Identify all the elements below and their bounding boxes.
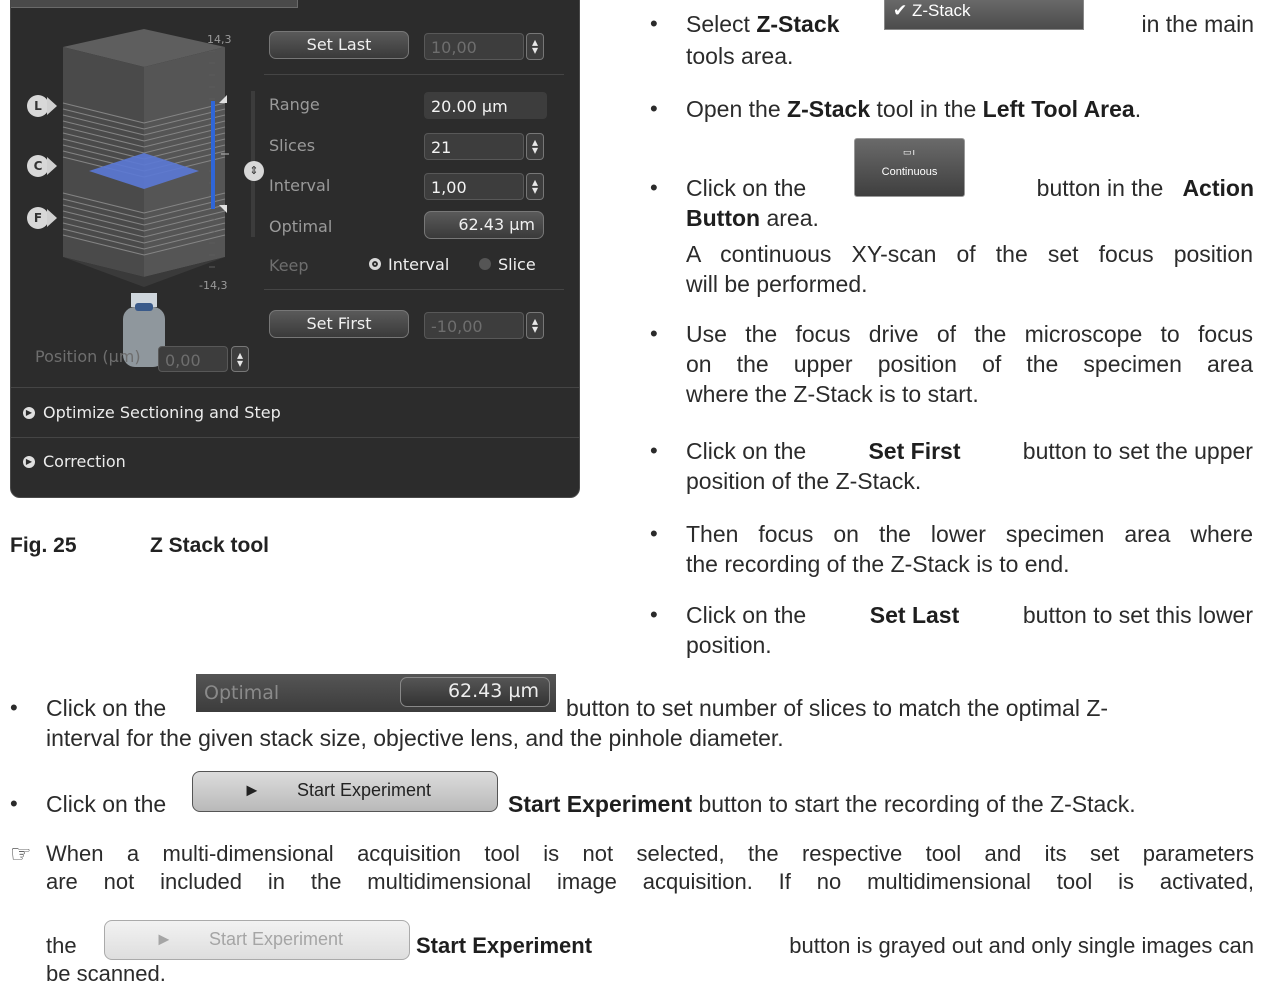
position-label: Position (µm) (35, 347, 141, 366)
checkmark-icon: ✔ (893, 1, 908, 20)
range-value: 20.00 µm (424, 92, 547, 119)
figure-number: Fig. 25 (10, 534, 77, 557)
set-first-field[interactable]: -10,00 (424, 312, 524, 339)
scale-top-label: 14,3 (207, 33, 232, 46)
range-label: Range (269, 95, 320, 114)
marker-last[interactable]: L (27, 95, 57, 117)
interval-field[interactable]: 1,00 (424, 173, 524, 200)
scan-icon: ▭ı (902, 147, 916, 157)
slices-stepper[interactable]: ▴ ▾ (526, 133, 544, 160)
zstack-checkbox-image: ✔ Z-Stack (884, 0, 1084, 30)
marker-f-icon: F (27, 207, 49, 229)
keep-interval-radio[interactable] (369, 258, 381, 270)
start-experiment-button-image: ► Start Experiment (192, 771, 498, 812)
up-down-drag-icon[interactable]: ⇕ (244, 161, 264, 181)
slices-label: Slices (269, 136, 316, 155)
section-correction-label: Correction (43, 452, 126, 471)
marker-l-icon: L (27, 95, 49, 117)
set-last-button[interactable]: Set Last (269, 31, 409, 59)
slices-field[interactable]: 21 (424, 133, 524, 160)
start-experiment-disabled-image: ► Start Experiment (104, 920, 410, 960)
position-stepper[interactable]: ▴ ▾ (231, 346, 249, 372)
continuous-button-image: ▭ı Continuous (854, 138, 965, 197)
marker-center[interactable]: C (27, 155, 57, 177)
keep-label: Keep (269, 256, 309, 275)
z-stack-visualization (62, 29, 226, 367)
optimal-label: Optimal (269, 217, 333, 236)
interval-stepper[interactable]: ▴ ▾ (526, 173, 544, 200)
expand-arrow-icon: ▶ (23, 406, 35, 419)
keep-slice-label: Slice (498, 255, 536, 274)
play-icon: ► (155, 929, 173, 949)
interval-label: Interval (269, 176, 331, 195)
pointing-hand-icon: ☞ (10, 840, 32, 868)
section-optimize-sectioning[interactable]: ▶ Optimize Sectioning and Step (23, 403, 281, 422)
scale-bottom-label: -14,3 (199, 279, 228, 292)
expand-arrow-icon: ▶ (23, 455, 35, 468)
keep-interval-label: Interval (388, 255, 450, 274)
set-first-stepper[interactable]: ▴ ▾ (526, 312, 544, 339)
marker-first[interactable]: F (27, 207, 57, 229)
set-last-field[interactable]: 10,00 (424, 33, 524, 60)
set-first-button[interactable]: Set First (269, 310, 409, 338)
optimal-button[interactable]: 62.43 µm (424, 211, 544, 239)
zstack-tool-panel: L C F 14,3 -14,3 ⇕ Set Last 10,00 ▴ ▾ Ran… (10, 0, 580, 498)
instruction-open-tool: Open the Z-Stack tool in the Left Tool A… (686, 96, 1142, 122)
play-icon: ► (243, 780, 261, 800)
section-correction[interactable]: ▶ Correction (23, 452, 126, 471)
section-optimize-label: Optimize Sectioning and Step (43, 403, 281, 422)
optimal-button-image: Optimal 62.43 µm (196, 674, 556, 712)
keep-slice-radio[interactable] (479, 258, 491, 270)
set-last-stepper[interactable]: ▴ ▾ (526, 33, 544, 60)
marker-c-icon: C (27, 155, 49, 177)
position-field[interactable]: 0,00 (158, 346, 228, 372)
panel-tab-strip (11, 0, 298, 8)
figure-title: Z Stack tool (150, 534, 270, 557)
